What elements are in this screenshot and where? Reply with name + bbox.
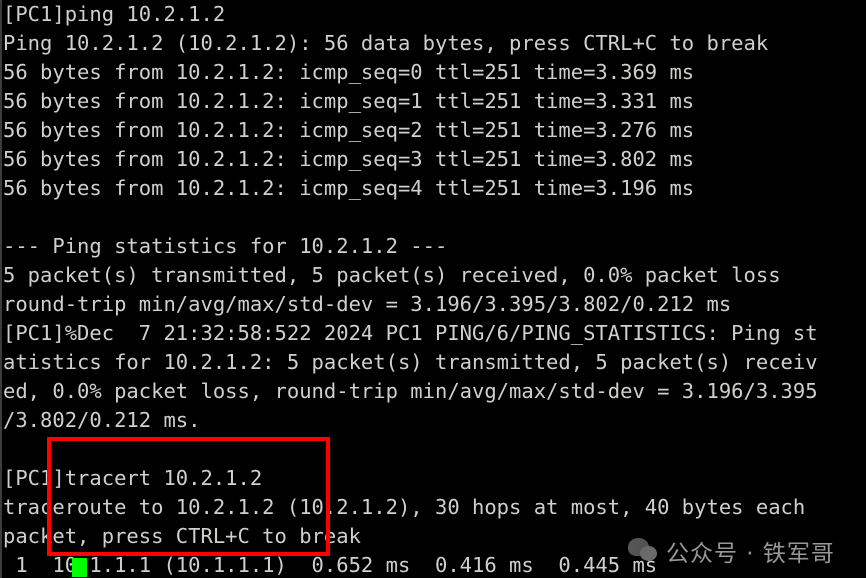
terminal-line: atistics for 10.2.1.2: 5 packet(s) trans… — [3, 350, 818, 374]
terminal-line: [PC1]%Dec 7 21:32:58:522 2024 PC1 PING/6… — [3, 321, 818, 345]
terminal-output[interactable]: [PC1]ping 10.2.1.2 Ping 10.2.1.2 (10.2.1.… — [0, 0, 866, 578]
terminal-line: 56 bytes from 10.2.1.2: icmp_seq=3 ttl=2… — [3, 147, 695, 171]
terminal-line: 56 bytes from 10.2.1.2: icmp_seq=4 ttl=2… — [3, 176, 695, 200]
window-left-edge — [0, 0, 2, 578]
terminal-line: traceroute to 10.2.1.2 (10.2.1.2), 30 ho… — [3, 495, 806, 519]
terminal-cursor — [72, 558, 87, 577]
terminal-line: Ping 10.2.1.2 (10.2.1.2): 56 data bytes,… — [3, 31, 769, 55]
terminal-line: packet, press CTRL+C to break — [3, 524, 361, 548]
terminal-line: --- Ping statistics for 10.2.1.2 --- — [3, 234, 448, 258]
terminal-line: 56 bytes from 10.2.1.2: icmp_seq=2 ttl=2… — [3, 118, 695, 142]
terminal-line: round-trip min/avg/max/std-dev = 3.196/3… — [3, 292, 732, 316]
terminal-line: /3.802/0.212 ms. — [3, 408, 201, 432]
terminal-line: 56 bytes from 10.2.1.2: icmp_seq=1 ttl=2… — [3, 89, 695, 113]
terminal-window[interactable]: [PC1]ping 10.2.1.2 Ping 10.2.1.2 (10.2.1.… — [0, 0, 866, 578]
terminal-line: 1 10.1.1.1 (10.1.1.1) 0.652 ms 0.416 ms … — [3, 553, 658, 577]
terminal-line: 56 bytes from 10.2.1.2: icmp_seq=0 ttl=2… — [3, 60, 695, 84]
terminal-line: ed, 0.0% packet loss, round-trip min/avg… — [3, 379, 818, 403]
terminal-line: [PC1]ping 10.2.1.2 — [3, 2, 226, 26]
terminal-line: 5 packet(s) transmitted, 5 packet(s) rec… — [3, 263, 781, 287]
terminal-line: [PC1]tracert 10.2.1.2 — [3, 466, 263, 490]
